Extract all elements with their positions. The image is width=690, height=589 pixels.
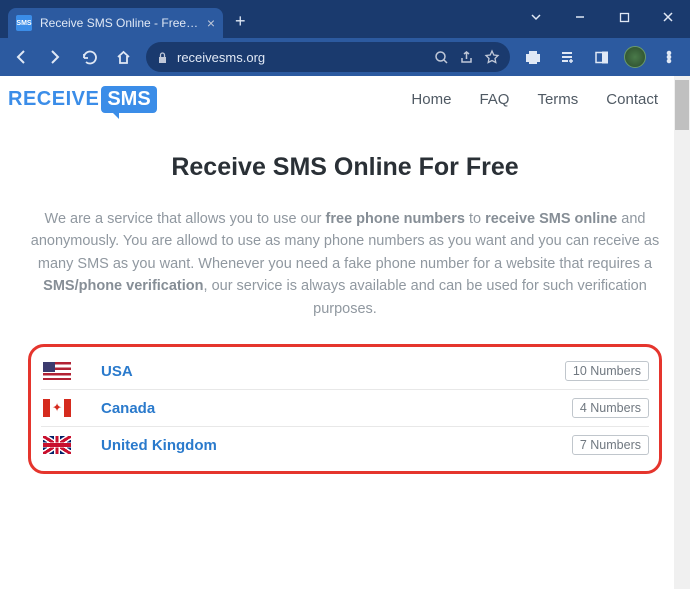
lock-icon [156, 51, 169, 64]
country-link-usa[interactable]: USA [101, 363, 565, 380]
minimize-button[interactable] [558, 0, 602, 34]
nav-contact[interactable]: Contact [606, 91, 658, 108]
country-row-canada: Canada 4 Numbers [41, 390, 649, 427]
chevron-down-icon[interactable] [514, 0, 558, 34]
browser-toolbar: receivesms.org [0, 38, 690, 76]
close-button[interactable] [646, 0, 690, 34]
profile-avatar[interactable] [620, 42, 650, 72]
zoom-icon[interactable] [434, 50, 449, 65]
country-list-highlight: USA 10 Numbers Canada 4 Numbers United K… [28, 344, 662, 474]
new-tab-button[interactable]: + [235, 11, 246, 32]
scrollbar-track[interactable] [674, 76, 690, 589]
reading-list-icon[interactable] [552, 42, 582, 72]
address-bar[interactable]: receivesms.org [146, 42, 510, 72]
extensions-icon[interactable] [518, 42, 548, 72]
nav-faq[interactable]: FAQ [479, 91, 509, 108]
side-panel-icon[interactable] [586, 42, 616, 72]
tab-close-icon[interactable]: × [207, 15, 215, 31]
scrollbar-thumb[interactable] [675, 80, 689, 130]
country-row-usa: USA 10 Numbers [41, 353, 649, 390]
menu-icon[interactable] [654, 42, 684, 72]
logo-text-1: RECEIVE [8, 88, 99, 111]
nav-terms[interactable]: Terms [537, 91, 578, 108]
maximize-button[interactable] [602, 0, 646, 34]
flag-us-icon [43, 362, 71, 380]
country-row-uk: United Kingdom 7 Numbers [41, 427, 649, 463]
site-logo[interactable]: RECEIVE SMS [8, 86, 157, 113]
flag-ca-icon [43, 399, 71, 417]
tab-title: Receive SMS Online - Free Temp [40, 16, 201, 30]
page-title: Receive SMS Online For Free [20, 153, 670, 182]
main-content: Receive SMS Online For Free We are a ser… [0, 123, 690, 494]
forward-button[interactable] [40, 42, 70, 72]
hero-description: We are a service that allows you to use … [20, 208, 670, 320]
nav-menu: Home FAQ Terms Contact [411, 91, 658, 108]
site-header: RECEIVE SMS Home FAQ Terms Contact [0, 76, 690, 123]
country-link-canada[interactable]: Canada [101, 400, 572, 417]
browser-tab[interactable]: SMS Receive SMS Online - Free Temp × [8, 8, 223, 38]
window-titlebar: SMS Receive SMS Online - Free Temp × + [0, 0, 690, 38]
count-badge: 7 Numbers [572, 435, 649, 455]
reload-button[interactable] [74, 42, 104, 72]
share-icon[interactable] [459, 50, 474, 65]
page-content: RECEIVE SMS Home FAQ Terms Contact Recei… [0, 76, 690, 589]
back-button[interactable] [6, 42, 36, 72]
country-link-uk[interactable]: United Kingdom [101, 437, 572, 454]
logo-text-2: SMS [101, 86, 156, 113]
nav-home[interactable]: Home [411, 91, 451, 108]
star-icon[interactable] [484, 49, 500, 65]
count-badge: 4 Numbers [572, 398, 649, 418]
url-text: receivesms.org [177, 50, 434, 65]
count-badge: 10 Numbers [565, 361, 649, 381]
favicon-icon: SMS [16, 15, 32, 31]
home-button[interactable] [108, 42, 138, 72]
flag-uk-icon [43, 436, 71, 454]
